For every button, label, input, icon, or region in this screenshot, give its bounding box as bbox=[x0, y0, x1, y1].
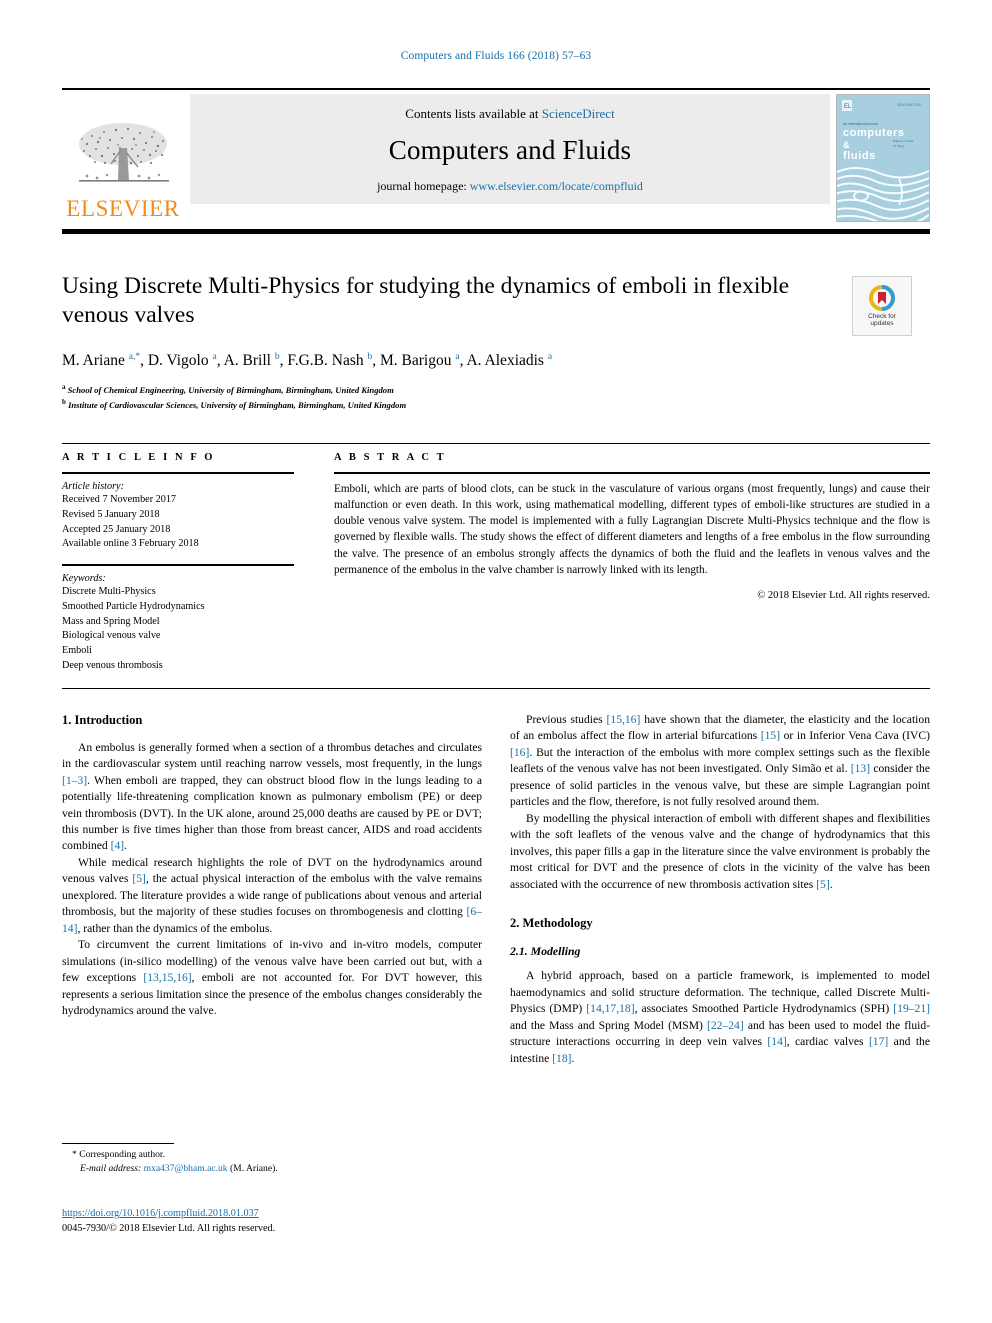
title-block: Using Discrete Multi-Physics for studyin… bbox=[62, 272, 930, 412]
doi-block: https://doi.org/10.1016/j.compfluid.2018… bbox=[62, 1206, 502, 1237]
journal-homepage-link[interactable]: www.elsevier.com/locate/compfluid bbox=[470, 179, 643, 193]
body-column-right: Previous studies [15,16] have shown that… bbox=[510, 712, 930, 1067]
email-label: E-mail address: bbox=[80, 1163, 142, 1175]
section-heading-introduction: 1. Introduction bbox=[62, 713, 143, 727]
footnote-block: * Corresponding author. E-mail address: … bbox=[62, 1143, 482, 1177]
article-info-rule bbox=[62, 472, 294, 474]
article-info-block: A R T I C L E I N F O Article history: R… bbox=[62, 452, 294, 674]
intro-paragraphs: An embolus is generally formed when a se… bbox=[62, 740, 482, 1020]
paper-page: Computers and Fluids 166 (2018) 57–63 EL… bbox=[0, 0, 992, 1323]
list-item: Available online 3 February 2018 bbox=[62, 538, 199, 550]
svg-text:W. Shyy: W. Shyy bbox=[893, 144, 905, 148]
abstract-bottom-rule bbox=[62, 688, 930, 689]
email-note: E-mail address: mxa437@bham.ac.uk (M. Ar… bbox=[62, 1162, 482, 1176]
journal-title: Computers and Fluids bbox=[388, 135, 632, 165]
keywords-label: Keywords: bbox=[62, 573, 106, 585]
subsection-heading-modelling: 2.1. Modelling bbox=[510, 943, 581, 958]
svg-text:EL: EL bbox=[844, 104, 852, 110]
affiliation-a-text: School of Chemical Engineering, Universi… bbox=[67, 384, 394, 395]
list-item: Revised 5 January 2018 bbox=[62, 508, 160, 520]
modelling-paragraphs: A hybrid approach, based on a particle f… bbox=[510, 968, 930, 1067]
list-item: Mass and Spring Model bbox=[62, 615, 160, 627]
body-paragraph: An embolus is generally formed when a se… bbox=[62, 740, 482, 853]
svg-text:ISSN 0045-7930: ISSN 0045-7930 bbox=[897, 103, 921, 107]
body-column-left: 1. Introduction An embolus is generally … bbox=[62, 712, 482, 1019]
contents-prefix: Contents lists available at bbox=[405, 106, 542, 121]
article-history-label: Article history: bbox=[62, 481, 124, 492]
svg-text:An international journal: An international journal bbox=[843, 122, 878, 126]
journal-band: Contents lists available at ScienceDirec… bbox=[190, 94, 830, 204]
author-email-link[interactable]: mxa437@bham.ac.uk bbox=[144, 1163, 228, 1174]
body-paragraph: Previous studies [15,16] have shown that… bbox=[510, 713, 930, 809]
issn-copyright-line: 0045-7930/© 2018 Elsevier Ltd. All right… bbox=[62, 1223, 276, 1235]
doi-link[interactable]: https://doi.org/10.1016/j.compfluid.2018… bbox=[62, 1208, 259, 1219]
contents-line: Contents lists available at ScienceDirec… bbox=[405, 106, 614, 122]
list-item: Accepted 25 January 2018 bbox=[62, 523, 171, 535]
svg-text:Editors in Chief: Editors in Chief bbox=[893, 139, 914, 143]
affiliation-b: b Institute of Cardiovascular Sciences, … bbox=[62, 398, 407, 411]
elsevier-wordmark: ELSEVIER bbox=[66, 196, 180, 221]
journal-masthead: ELSEVIER Contents lists available at Sci… bbox=[62, 88, 930, 222]
section-heading-methodology: 2. Methodology bbox=[510, 915, 593, 930]
article-info-heading: A R T I C L E I N F O bbox=[62, 452, 216, 463]
body-paragraph: A hybrid approach, based on a particle f… bbox=[510, 969, 930, 1065]
list-item: Deep venous thrombosis bbox=[62, 660, 163, 672]
article-history-list: Received 7 November 2017 Revised 5 Januar… bbox=[62, 493, 294, 552]
author-list: M. Ariane a,*, D. Vigolo a, A. Brill b, … bbox=[62, 351, 553, 369]
affiliation-a: a School of Chemical Engineering, Univer… bbox=[62, 383, 394, 395]
affiliations: a School of Chemical Engineering, Univer… bbox=[62, 382, 930, 412]
list-item: Received 7 November 2017 bbox=[62, 494, 177, 505]
crossmark-label: Check for updates bbox=[868, 313, 896, 328]
cover-art: EL ISSN 0045-7930 An international journ… bbox=[837, 95, 929, 221]
list-item: Emboli bbox=[62, 645, 92, 657]
keywords-rule bbox=[62, 564, 294, 567]
info-top-rule bbox=[62, 443, 930, 444]
body-paragraph: By modelling the physical interaction of… bbox=[510, 811, 930, 891]
abstract-block: A B S T R A C T Emboli, which are parts … bbox=[334, 452, 930, 601]
list-item: Biological venous valve bbox=[62, 630, 161, 642]
affiliation-b-text: Institute of Cardiovascular Sciences, Un… bbox=[68, 400, 407, 411]
footnote-rule bbox=[62, 1143, 174, 1144]
body-paragraph: To circumvent the current limitations of… bbox=[62, 938, 482, 1017]
body-paragraph: While medical research highlights the ro… bbox=[62, 855, 482, 935]
svg-text:fluids: fluids bbox=[843, 150, 876, 162]
abstract-copyright: © 2018 Elsevier Ltd. All rights reserved… bbox=[757, 589, 930, 601]
masthead-bottom-rule bbox=[62, 229, 930, 234]
running-head: Computers and Fluids 166 (2018) 57–63 bbox=[400, 50, 592, 62]
list-item: Discrete Multi-Physics bbox=[62, 586, 156, 598]
svg-text:computers: computers bbox=[843, 127, 905, 139]
corresponding-author-note: * Corresponding author. bbox=[72, 1149, 165, 1160]
email-owner: (M. Ariane). bbox=[229, 1163, 278, 1175]
sciencedirect-link[interactable]: ScienceDirect bbox=[542, 106, 615, 121]
journal-cover-thumbnail[interactable]: EL ISSN 0045-7930 An international journ… bbox=[836, 94, 930, 222]
abstract-heading: A B S T R A C T bbox=[334, 452, 447, 463]
list-item: Smoothed Particle Hydrodynamics bbox=[62, 600, 205, 612]
crossmark-badge[interactable]: Check for updates bbox=[852, 276, 912, 336]
journal-homepage-line: journal homepage: www.elsevier.com/locat… bbox=[377, 179, 643, 194]
abstract-rule bbox=[334, 472, 930, 474]
crossmark-icon bbox=[869, 284, 895, 311]
elsevier-logo: ELSEVIER bbox=[62, 94, 184, 222]
homepage-prefix: journal homepage: bbox=[377, 179, 470, 193]
elsevier-tree-icon bbox=[79, 123, 169, 182]
page-title: Using Discrete Multi-Physics for studyin… bbox=[62, 273, 790, 329]
svg-text:&: & bbox=[843, 140, 850, 150]
keywords-list: Discrete Multi-Physics Smoothed Particle … bbox=[62, 585, 294, 674]
crossmark-label-line1: Check for bbox=[868, 312, 896, 320]
abstract-text: Emboli, which are parts of blood clots, … bbox=[334, 483, 930, 576]
crossmark-label-line2: updates bbox=[870, 320, 894, 327]
intro-continued-paragraphs: Previous studies [15,16] have shown that… bbox=[510, 712, 930, 893]
